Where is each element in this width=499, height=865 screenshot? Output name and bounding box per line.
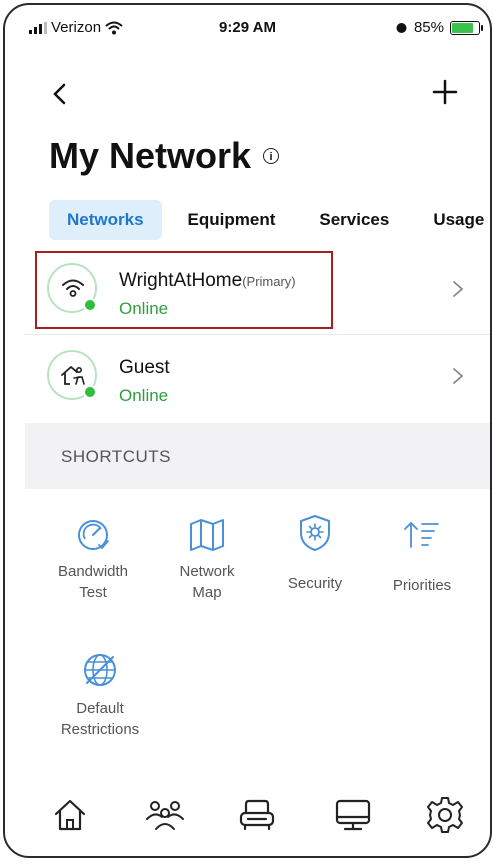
chevron-right-icon (453, 368, 464, 384)
phone-frame: Verizon 9:29 AM 85% My Network i Network… (3, 3, 492, 858)
map-icon (190, 519, 224, 551)
shortcut-network-map[interactable]: Network Map (152, 517, 262, 603)
add-plus-icon[interactable] (430, 77, 460, 107)
speedometer-icon (78, 520, 109, 550)
tab-equipment[interactable]: Equipment (170, 200, 294, 240)
globe-restricted-icon (84, 654, 116, 686)
shortcut-priorities[interactable]: Priorities (367, 519, 477, 596)
tab-services[interactable]: Services (301, 200, 407, 240)
network-name: WrightAtHome (119, 270, 243, 291)
shortcut-default-restrictions[interactable]: Default Restrictions (45, 650, 155, 740)
tab-networks[interactable]: Networks (49, 200, 162, 240)
page-title-row: My Network i (49, 135, 280, 177)
shortcut-label: Map (192, 584, 222, 601)
shortcut-label: Bandwidth (57, 563, 129, 580)
shortcut-label: Priorities (392, 577, 452, 594)
guest-home-icon (61, 365, 85, 385)
alarm-icon (396, 23, 407, 33)
network-row-guest[interactable]: Guest Online (25, 335, 490, 421)
chevron-right-icon (453, 281, 464, 297)
bottom-tab-bar (5, 785, 490, 845)
info-icon[interactable]: i (263, 148, 280, 164)
people-icon[interactable] (145, 795, 185, 835)
monitor-icon[interactable] (333, 795, 373, 835)
battery-icon (450, 20, 483, 35)
shortcut-security[interactable]: Security (260, 513, 370, 594)
nav-bar (5, 71, 490, 117)
status-bar: Verizon 9:29 AM 85% (5, 19, 490, 43)
shield-icon (300, 515, 330, 551)
online-dot (83, 298, 97, 312)
network-icon-badge (47, 263, 97, 313)
priorities-icon (404, 521, 439, 548)
shortcut-label: Network (179, 563, 235, 580)
tab-bar: Networks Equipment Services Usage (49, 200, 490, 240)
network-status: Online (119, 299, 169, 318)
shortcuts-heading: SHORTCUTS (61, 447, 171, 466)
home-icon[interactable] (50, 795, 90, 835)
shortcut-label: Security (287, 575, 343, 592)
shortcuts-section-header: SHORTCUTS (25, 423, 490, 489)
network-tag: (Primary) (242, 274, 296, 289)
page-title: My Network (49, 135, 252, 176)
wifi-icon (62, 279, 84, 297)
network-status: Online (119, 386, 169, 405)
network-icon-badge (47, 350, 97, 400)
shortcut-bandwidth-test[interactable]: Bandwidth Test (38, 517, 148, 603)
battery-percent: 85% (413, 19, 444, 36)
back-chevron-icon[interactable] (45, 79, 75, 109)
sofa-icon[interactable] (237, 795, 277, 835)
network-name: Guest (119, 357, 170, 378)
shortcut-label: Default (76, 700, 124, 717)
settings-icon[interactable] (425, 795, 465, 835)
shortcut-label: Test (79, 584, 107, 601)
network-row-primary[interactable]: WrightAtHome(Primary) Online (25, 248, 490, 335)
online-dot (83, 385, 97, 399)
tab-usage[interactable]: Usage (415, 200, 490, 240)
shortcut-label: Restrictions (60, 721, 140, 738)
